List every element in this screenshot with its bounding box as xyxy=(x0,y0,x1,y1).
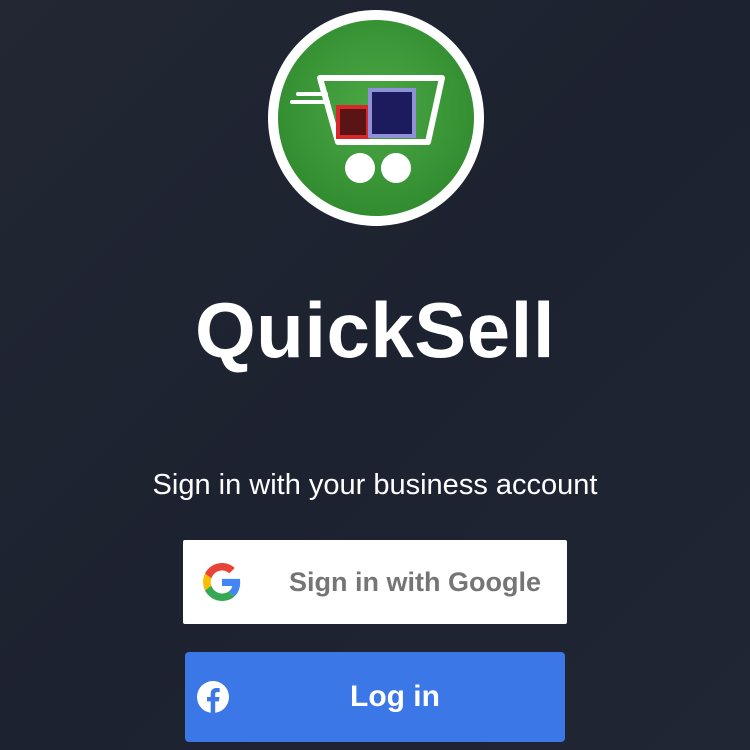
app-logo xyxy=(266,8,486,228)
sign-in-subtitle: Sign in with your business account xyxy=(152,469,598,501)
facebook-button-label: Log in xyxy=(350,680,440,713)
shopping-cart-icon xyxy=(268,10,484,226)
facebook-login-button[interactable]: Log in xyxy=(185,652,565,742)
google-g-icon xyxy=(203,563,241,601)
google-sign-in-button[interactable]: Sign in with Google xyxy=(183,540,567,624)
google-button-label: Sign in with Google xyxy=(289,567,541,597)
app-title: QuickSell xyxy=(195,286,555,374)
